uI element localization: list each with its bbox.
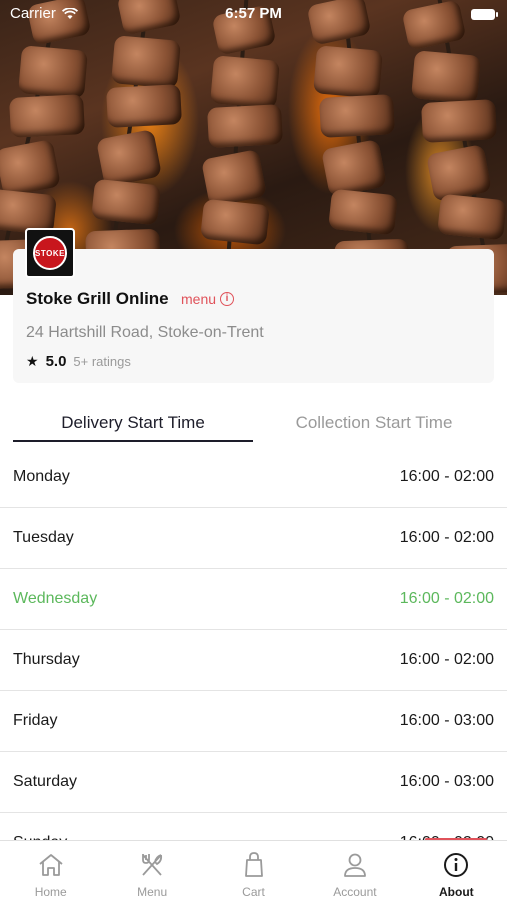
kebab-piece: [8, 94, 85, 138]
clock: 6:57 PM: [225, 5, 282, 22]
hours-row-wednesday: Wednesday 16:00 - 02:00: [0, 569, 507, 630]
day-label: Friday: [13, 712, 58, 729]
info-circle-icon: [444, 853, 469, 877]
kebab-piece: [105, 84, 182, 128]
nav-about-label: About: [439, 885, 474, 899]
time-range: 16:00 - 02:00: [399, 651, 494, 668]
nav-home[interactable]: Home: [0, 841, 101, 900]
shopping-bag-icon: [244, 852, 263, 877]
bottom-tab-bar: Home Menu Cart Account About: [0, 840, 507, 900]
opening-hours-list: Monday 16:00 - 02:00 Tuesday 16:00 - 02:…: [0, 447, 507, 873]
tab-delivery-start-time[interactable]: Delivery Start Time: [13, 404, 253, 442]
nav-about[interactable]: About: [406, 841, 507, 900]
kebab-piece: [319, 94, 396, 138]
day-label: Wednesday: [13, 590, 98, 607]
kebab-piece: [95, 128, 162, 188]
kebab-piece: [111, 35, 182, 89]
hours-row-monday: Monday 16:00 - 02:00: [0, 447, 507, 508]
kebab-piece: [420, 99, 497, 143]
hours-row-thursday: Thursday 16:00 - 02:00: [0, 630, 507, 691]
ratings-count: 5+ ratings: [73, 354, 131, 369]
nav-cart-label: Cart: [242, 885, 265, 899]
home-icon: [39, 854, 63, 876]
nav-account[interactable]: Account: [304, 841, 405, 900]
fork-knife-icon: [142, 854, 163, 876]
time-range: 16:00 - 02:00: [399, 590, 494, 607]
nav-account-label: Account: [333, 885, 377, 899]
kebab-piece: [17, 45, 88, 99]
time-range: 16:00 - 03:00: [399, 773, 494, 790]
kebab-piece: [328, 188, 399, 236]
hours-tabs: Delivery Start Time Collection Start Tim…: [13, 404, 494, 442]
nav-cart[interactable]: Cart: [203, 841, 304, 900]
restaurant-about-screen: Carrier 6:57 PM STOKE Stoke Grill Online…: [0, 0, 507, 900]
time-range: 16:00 - 03:00: [399, 712, 494, 729]
kebab-piece: [426, 143, 493, 203]
kebab-piece: [411, 50, 482, 104]
kebab-piece: [199, 198, 270, 246]
restaurant-logo: STOKE: [25, 228, 75, 278]
rating-score: 5.0: [45, 353, 67, 370]
restaurant-address: 24 Hartshill Road, Stoke-on-Trent: [26, 324, 264, 341]
day-label: Tuesday: [13, 529, 74, 546]
kebab-piece: [313, 45, 383, 99]
hours-row-tuesday: Tuesday 16:00 - 02:00: [0, 508, 507, 569]
nav-menu-label: Menu: [137, 885, 168, 899]
day-label: Saturday: [13, 773, 78, 790]
status-bar: Carrier 6:57 PM: [0, 0, 507, 28]
kebab-piece: [321, 138, 388, 198]
logo-badge: STOKE: [33, 236, 67, 270]
person-icon: [344, 853, 366, 877]
day-label: Thursday: [13, 651, 80, 668]
star-icon: ★: [26, 353, 39, 369]
kebab-piece: [207, 104, 284, 148]
tab-collection-start-time[interactable]: Collection Start Time: [254, 404, 494, 442]
nav-home-label: Home: [34, 885, 67, 899]
hours-row-saturday: Saturday 16:00 - 03:00: [0, 752, 507, 813]
kebab-piece: [0, 138, 62, 198]
battery-icon: [471, 9, 498, 20]
menu-info-link[interactable]: menu i: [181, 291, 235, 307]
info-icon: i: [220, 292, 235, 306]
restaurant-name: Stoke Grill Online: [26, 289, 169, 308]
time-range: 16:00 - 02:00: [399, 529, 494, 546]
kebab-piece: [436, 193, 507, 241]
kebab-piece: [209, 55, 280, 109]
kebab-piece: [200, 148, 267, 208]
nav-menu[interactable]: Menu: [101, 841, 202, 900]
day-label: Monday: [13, 468, 70, 485]
menu-link-label: menu: [181, 291, 217, 307]
time-range: 16:00 - 02:00: [399, 468, 494, 485]
kebab-piece: [91, 178, 161, 226]
rating-summary: ★ 5.0 5+ ratings: [26, 353, 131, 370]
hours-row-friday: Friday 16:00 - 03:00: [0, 691, 507, 752]
